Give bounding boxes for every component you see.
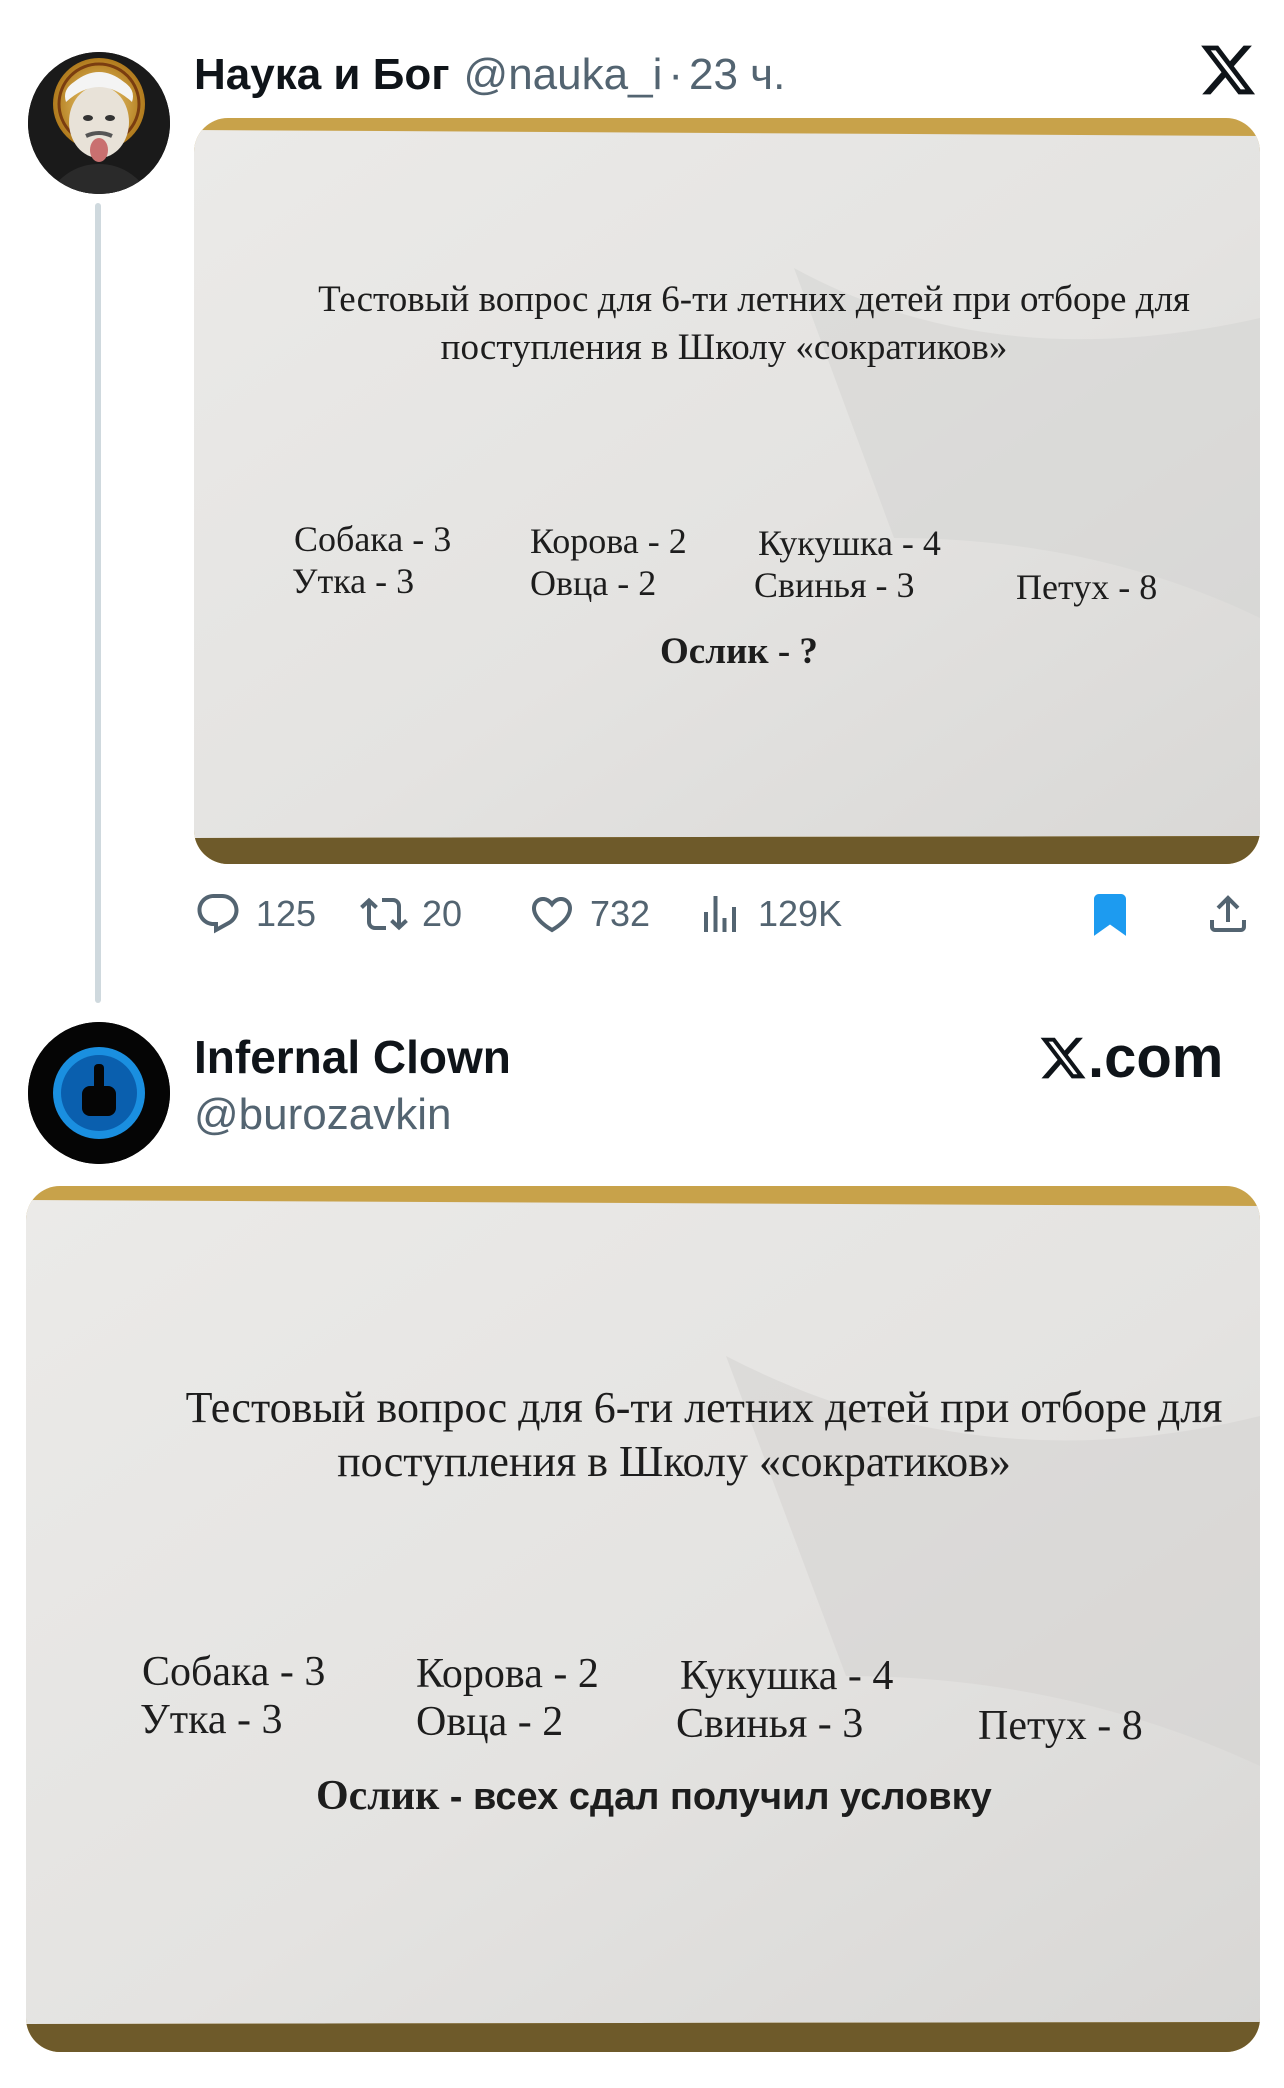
item-cow: Корова - 2 [416,1651,599,1697]
item-cuckoo: Кукушка - 4 [680,1653,894,1699]
separator-dot: · [668,50,683,99]
repost-icon [360,897,408,931]
tweet-header: Наука и Бог @nauka_i · 23 ч. [194,42,785,108]
question-word: Ослик [316,1773,440,1819]
question-value: - ? [777,631,818,672]
thread-line [95,203,101,1003]
item-pig: Свинья - 3 [754,565,915,605]
like-count: 732 [590,893,651,934]
paper-title-line2: поступления в Школу «сократиков» [337,1437,1011,1486]
x-logo-icon [1040,1037,1086,1078]
x-logo-icon [1198,38,1258,102]
timestamp[interactable]: 23 ч. [689,50,785,100]
views-count: 129K [758,893,843,934]
item-sheep: Овца - 2 [416,1699,564,1745]
author-handle[interactable]: @nauka_i [464,50,663,100]
paper-background [194,118,1260,864]
item-rooster: Петух - 8 [978,1703,1143,1749]
item-dog: Собака - 3 [142,1649,326,1695]
repost-count: 20 [422,893,463,934]
tweet-actions: 125 20 732 129K [194,884,1262,944]
item-duck: Утка - 3 [292,561,415,601]
views-icon [704,896,736,932]
item-duck: Утка - 3 [140,1697,283,1743]
item-sheep: Овца - 2 [530,563,657,603]
repost-button[interactable]: 20 [360,884,462,944]
avatar-nauka[interactable] [28,52,170,194]
tweet-photo[interactable]: Тестовый вопрос для 6-ти летних детей пр… [194,118,1260,864]
bookmark-icon [1094,894,1126,936]
item-cuckoo: Кукушка - 4 [758,523,941,563]
x-com-brand: .com [1038,1024,1223,1091]
share-button[interactable] [1204,884,1252,944]
reply-button[interactable]: 125 [194,884,316,944]
brand-domain: .com [1088,1025,1224,1090]
item-rooster: Петух - 8 [1016,567,1158,607]
avatar-image [28,1022,170,1164]
paper-title-line1: Тестовый вопрос для 6-ти летних детей пр… [318,279,1190,320]
like-icon [531,897,573,933]
reply-icon [197,894,239,934]
question-value: - всех сдал получил условку [449,1776,992,1818]
question-line: Ослик - ? [660,630,818,673]
author-name[interactable]: Наука и Бог [194,50,450,100]
item-pig: Свинья - 3 [676,1701,864,1747]
bookmark-button[interactable] [1086,884,1134,944]
avatar-infernal-clown[interactable] [28,1022,170,1164]
question-line: Ослик - всех сдал получил условку [316,1772,992,1820]
author-handle[interactable]: @burozavkin [194,1090,451,1140]
question-word: Ослик [660,631,769,672]
paper-title-line2: поступления в Школу «сократиков» [440,327,1008,368]
views-button[interactable]: 129K [696,884,842,944]
item-dog: Собака - 3 [294,519,452,559]
like-button[interactable]: 732 [528,884,650,944]
avatar-image [28,52,170,194]
paper-title-line1: Тестовый вопрос для 6-ти летних детей пр… [185,1383,1223,1432]
item-cow: Корова - 2 [530,521,687,561]
paper-background [26,1186,1260,2052]
author-name[interactable]: Infernal Clown [194,1030,511,1084]
tweet-photo[interactable]: Тестовый вопрос для 6-ти летних детей пр… [26,1186,1260,2052]
share-icon [1210,895,1246,932]
reply-count: 125 [256,893,317,934]
